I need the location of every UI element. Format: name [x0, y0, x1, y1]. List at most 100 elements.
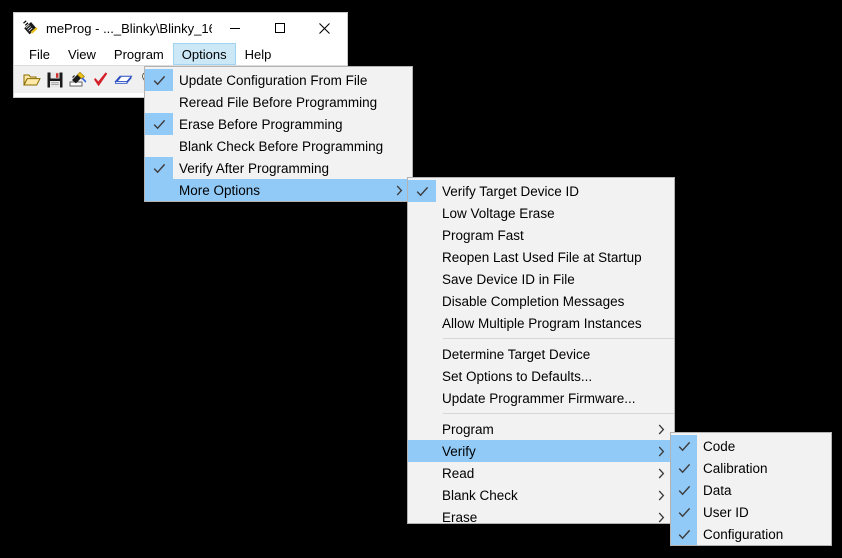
read-book-icon[interactable]	[112, 69, 135, 91]
menu-item-verify-calibration[interactable]: Calibration	[671, 457, 831, 479]
minimize-button[interactable]	[212, 14, 257, 43]
menu-item-label: More Options	[179, 182, 261, 198]
menu-item-save-device-id-in-file[interactable]: Save Device ID in File	[408, 268, 674, 290]
checkmark-slot	[408, 484, 436, 506]
menu-item-erase-before-programming[interactable]: Erase Before Programming	[145, 113, 412, 135]
menu-item-verify-code[interactable]: Code	[671, 435, 831, 457]
menu-item-label: Verify Target Device ID	[442, 183, 580, 199]
menu-item-program-fast[interactable]: Program Fast	[408, 224, 674, 246]
menu-item-label: Data	[703, 482, 732, 498]
checkmark-slot	[145, 179, 173, 201]
checkmark-slot	[408, 365, 436, 387]
chevron-right-icon	[658, 440, 665, 462]
menu-item-verify-user-id[interactable]: User ID	[671, 501, 831, 523]
menu-item-more-options[interactable]: More Options	[145, 179, 412, 201]
close-button[interactable]	[302, 14, 347, 43]
menu-item-blank-check[interactable]: Blank Check	[408, 484, 674, 506]
menu-item-label: Low Voltage Erase	[442, 205, 555, 221]
more-options-menu: Verify Target Device ID Low Voltage Eras…	[407, 177, 675, 525]
save-file-icon[interactable]	[43, 69, 66, 91]
menu-item-label: Reopen Last Used File at Startup	[442, 249, 642, 265]
menu-item-label: Blank Check Before Programming	[179, 138, 384, 154]
menu-item-read[interactable]: Read	[408, 462, 674, 484]
menu-item-label: Reread File Before Programming	[179, 94, 378, 110]
checkmark-icon	[671, 523, 697, 545]
checkmark-slot	[408, 246, 436, 268]
menu-item-label: Configuration	[703, 526, 784, 542]
menu-item-label: Verify	[442, 443, 476, 459]
menubar-item-help[interactable]: Help	[236, 43, 281, 65]
menubar-item-options[interactable]: Options	[172, 43, 236, 65]
chevron-right-icon	[658, 462, 665, 484]
checkmark-slot	[145, 135, 173, 157]
checkmark-slot	[408, 202, 436, 224]
maximize-button[interactable]	[257, 14, 302, 43]
checkmark-slot	[145, 91, 173, 113]
menu-item-blank-check-before-programming[interactable]: Blank Check Before Programming	[145, 135, 412, 157]
checkmark-slot	[408, 290, 436, 312]
chevron-right-icon	[396, 179, 403, 201]
menu-bar: File View Program Options Help	[14, 43, 347, 65]
menu-item-label: Read	[442, 465, 475, 481]
menu-item-allow-multiple-program-instances[interactable]: Allow Multiple Program Instances	[408, 312, 674, 334]
menu-item-determine-target-device[interactable]: Determine Target Device	[408, 343, 674, 365]
menubar-item-view[interactable]: View	[59, 43, 105, 65]
checkmark-slot	[408, 224, 436, 246]
program-write-icon[interactable]	[66, 69, 89, 91]
menu-item-verify-data[interactable]: Data	[671, 479, 831, 501]
verify-check-icon[interactable]	[89, 69, 112, 91]
menu-item-reread-file-before-programming[interactable]: Reread File Before Programming	[145, 91, 412, 113]
checkmark-icon	[145, 69, 173, 91]
menu-item-label: Erase Before Programming	[179, 116, 343, 132]
menu-item-label: Program Fast	[442, 227, 524, 243]
menu-item-reopen-last-used-file-at-startup[interactable]: Reopen Last Used File at Startup	[408, 246, 674, 268]
menu-item-label: Update Programmer Firmware...	[442, 390, 636, 406]
menubar-item-program[interactable]: Program	[105, 43, 173, 65]
menu-item-label: Save Device ID in File	[442, 271, 575, 287]
checkmark-slot	[408, 462, 436, 484]
checkmark-slot	[408, 387, 436, 409]
menu-item-verify-after-programming[interactable]: Verify After Programming	[145, 157, 412, 179]
menu-item-label: Program	[442, 421, 494, 437]
checkmark-slot	[408, 506, 436, 528]
menu-item-low-voltage-erase[interactable]: Low Voltage Erase	[408, 202, 674, 224]
menu-item-label: Determine Target Device	[442, 346, 591, 362]
checkmark-slot	[408, 440, 436, 462]
checkmark-icon	[671, 457, 697, 479]
menubar-item-file[interactable]: File	[20, 43, 59, 65]
checkmark-icon	[671, 501, 697, 523]
menu-item-verify-configuration[interactable]: Configuration	[671, 523, 831, 545]
window-title: meProg - ..._Blinky\Blinky_16F...	[46, 20, 212, 36]
chevron-right-icon	[658, 506, 665, 528]
menu-item-label: Disable Completion Messages	[442, 293, 625, 309]
menu-item-erase[interactable]: Erase	[408, 506, 674, 528]
checkmark-icon	[408, 180, 436, 202]
verify-submenu: Code Calibration Data User ID Configurat…	[670, 432, 832, 546]
title-bar[interactable]: meProg - ..._Blinky\Blinky_16F...	[14, 13, 347, 43]
menu-item-label: Allow Multiple Program Instances	[442, 315, 642, 331]
checkmark-icon	[671, 479, 697, 501]
menu-item-disable-completion-messages[interactable]: Disable Completion Messages	[408, 290, 674, 312]
options-menu: Update Configuration From File Reread Fi…	[144, 66, 413, 202]
menu-item-update-programmer-firmware[interactable]: Update Programmer Firmware...	[408, 387, 674, 409]
chevron-right-icon	[658, 484, 665, 506]
menu-separator	[443, 413, 674, 414]
checkmark-icon	[145, 157, 173, 179]
checkmark-slot	[408, 312, 436, 334]
menu-item-label: Blank Check	[442, 487, 518, 503]
menu-separator	[443, 338, 674, 339]
menu-item-label: Verify After Programming	[179, 160, 330, 176]
menu-item-verify[interactable]: Verify	[408, 440, 674, 462]
menu-item-label: User ID	[703, 504, 749, 520]
menu-item-label: Calibration	[703, 460, 768, 476]
checkmark-slot	[408, 268, 436, 290]
checkmark-slot	[408, 343, 436, 365]
menu-item-update-configuration-from-file[interactable]: Update Configuration From File	[145, 69, 412, 91]
menu-item-verify-target-device-id[interactable]: Verify Target Device ID	[408, 180, 674, 202]
menu-item-label: Update Configuration From File	[179, 72, 368, 88]
menu-item-set-options-to-defaults[interactable]: Set Options to Defaults...	[408, 365, 674, 387]
menu-item-program[interactable]: Program	[408, 418, 674, 440]
open-file-icon[interactable]	[20, 69, 43, 91]
menu-item-label: Code	[703, 438, 736, 454]
checkmark-slot	[408, 418, 436, 440]
